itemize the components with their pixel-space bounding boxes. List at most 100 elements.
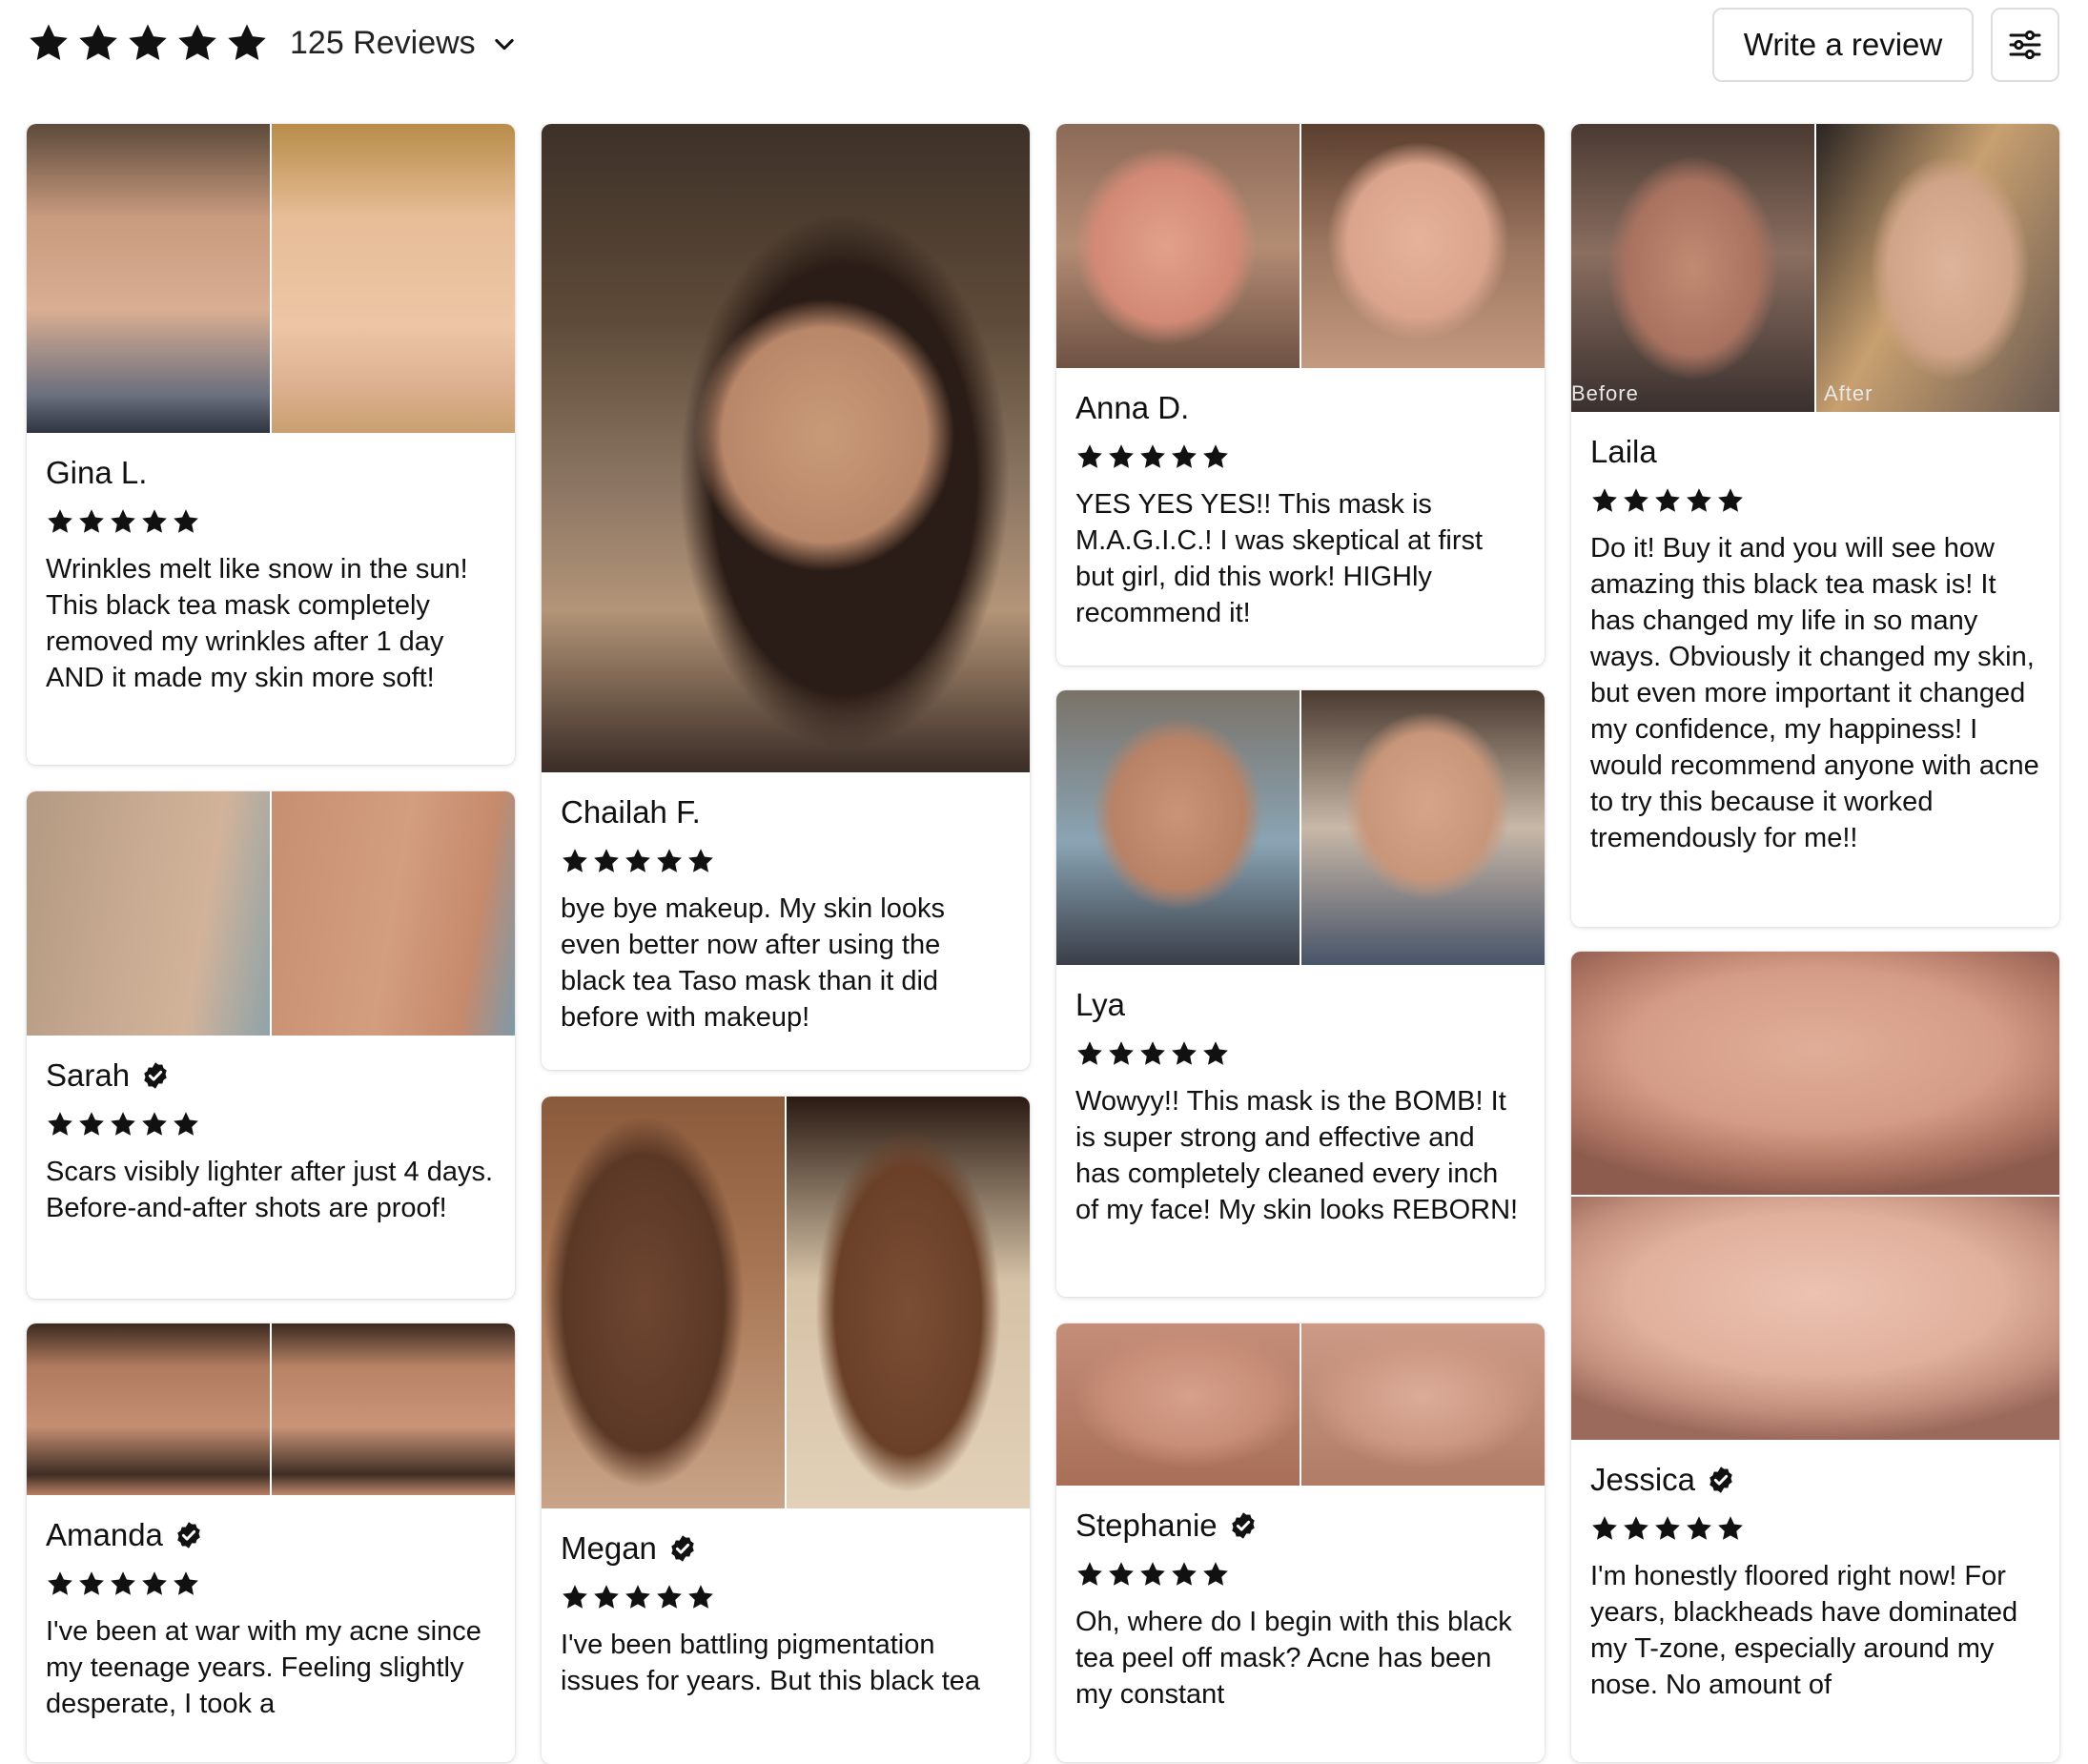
star-icon (624, 1583, 652, 1611)
review-text: I've been battling pigmentation issues f… (561, 1630, 981, 1696)
reviewer-name: Megan (561, 1529, 1011, 1568)
reviewer-name: Anna D. (1075, 390, 1190, 425)
after-label: After (1824, 381, 1873, 405)
review-stars (1075, 442, 1525, 471)
review-photo[interactable] (1571, 952, 2059, 1440)
verified-badge-icon (668, 1534, 697, 1563)
review-text: YES YES YES!! This mask is M.A.G.I.C.! I… (1075, 489, 1484, 628)
star-icon (77, 1110, 106, 1138)
star-icon (27, 21, 71, 65)
reviewer-name: Lya (1075, 987, 1125, 1022)
review-photo[interactable] (27, 1323, 515, 1495)
star-icon (1716, 486, 1745, 515)
star-icon (1107, 1039, 1136, 1068)
reviewer-name: Jessica (1590, 1461, 2040, 1499)
star-icon (624, 847, 652, 875)
star-icon (175, 21, 219, 65)
star-icon (46, 1569, 74, 1598)
review-stars (1590, 1514, 2040, 1543)
star-icon (1201, 1560, 1230, 1589)
star-icon (76, 21, 120, 65)
star-icon (1201, 442, 1230, 471)
star-icon (172, 1569, 200, 1598)
review-text: Oh, where do I begin with this black tea… (1075, 1607, 1512, 1710)
review-card: Megan I've been battling pigmentation is… (542, 1097, 1030, 1764)
star-icon (1170, 442, 1198, 471)
star-icon (1685, 486, 1713, 515)
star-icon (1107, 1560, 1136, 1589)
star-icon (1653, 1514, 1682, 1543)
chevron-down-icon (494, 38, 514, 50)
star-icon (1107, 442, 1136, 471)
review-text: Wowyy!! This mask is the BOMB! It is sup… (1075, 1086, 1519, 1225)
star-icon (1075, 1560, 1104, 1589)
star-icon (1138, 442, 1167, 471)
star-icon (225, 21, 269, 65)
review-card: Sarah Scars visibly lighter after just 4… (27, 791, 515, 1299)
star-icon (1170, 1560, 1198, 1589)
star-icon (140, 507, 169, 536)
review-text: Scars visibly lighter after just 4 days.… (46, 1157, 494, 1223)
review-card: Gina L. Wrinkles melt like snow in the s… (27, 124, 515, 765)
reviews-header: 125 Reviews Write a review (0, 0, 2088, 105)
review-photo[interactable]: Before After (1571, 124, 2059, 412)
star-icon (109, 1569, 137, 1598)
review-photo[interactable] (542, 124, 1030, 772)
review-card: Lya Wowyy!! This mask is the BOMB! It is… (1056, 690, 1545, 1297)
star-icon (1075, 1039, 1104, 1068)
star-icon (77, 1569, 106, 1598)
star-icon (46, 1110, 74, 1138)
review-photo[interactable] (27, 791, 515, 1036)
review-photo[interactable] (1056, 690, 1545, 965)
star-icon (1590, 1514, 1619, 1543)
verified-badge-icon (141, 1061, 170, 1090)
review-text: Do it! Buy it and you will see how amazi… (1590, 533, 2039, 853)
star-icon (140, 1569, 169, 1598)
star-icon (1716, 1514, 1745, 1543)
review-stars (1590, 486, 2040, 515)
review-text: I'm honestly floored right now! For year… (1590, 1561, 2018, 1700)
review-stars (561, 847, 1011, 875)
review-card: Amanda I've been at war with my acne sin… (27, 1323, 515, 1762)
before-label: Before (1571, 381, 1639, 405)
review-stars (1075, 1560, 1525, 1589)
reviewer-name: Laila (1590, 434, 1657, 469)
star-icon (592, 1583, 621, 1611)
review-photo[interactable] (1056, 124, 1545, 368)
reviewer-name: Sarah (46, 1056, 496, 1095)
star-icon (109, 507, 137, 536)
star-icon (655, 847, 684, 875)
star-icon (109, 1110, 137, 1138)
star-icon (1138, 1560, 1167, 1589)
star-icon (686, 847, 715, 875)
review-stars (561, 1583, 1011, 1611)
star-icon (686, 1583, 715, 1611)
verified-badge-icon (1707, 1466, 1735, 1494)
review-photo[interactable] (1056, 1323, 1545, 1486)
star-icon (1170, 1039, 1198, 1068)
star-icon (126, 21, 170, 65)
star-icon (1653, 486, 1682, 515)
star-icon (1201, 1039, 1230, 1068)
review-text: I've been at war with my acne since my t… (46, 1616, 481, 1719)
review-photo[interactable] (542, 1097, 1030, 1508)
reviews-count-label: 125 Reviews (290, 25, 476, 61)
review-card: Chailah F. bye bye makeup. My skin looks… (542, 124, 1030, 1070)
review-photo[interactable] (27, 124, 515, 433)
write-review-button[interactable]: Write a review (1712, 8, 1974, 82)
star-icon (77, 507, 106, 536)
review-card: Jessica I'm honestly floored right now! … (1571, 952, 2059, 1762)
star-icon (46, 507, 74, 536)
star-icon (140, 1110, 169, 1138)
star-icon (1622, 1514, 1650, 1543)
review-stars (46, 507, 496, 536)
star-icon (561, 1583, 589, 1611)
reviews-count-dropdown[interactable]: 125 Reviews (290, 25, 518, 62)
review-stars (1075, 1039, 1525, 1068)
star-icon (561, 847, 589, 875)
star-icon (592, 847, 621, 875)
filter-button[interactable] (1991, 8, 2059, 82)
star-icon (1685, 1514, 1713, 1543)
star-icon (172, 1110, 200, 1138)
review-text: bye bye makeup. My skin looks even bette… (561, 893, 945, 1033)
